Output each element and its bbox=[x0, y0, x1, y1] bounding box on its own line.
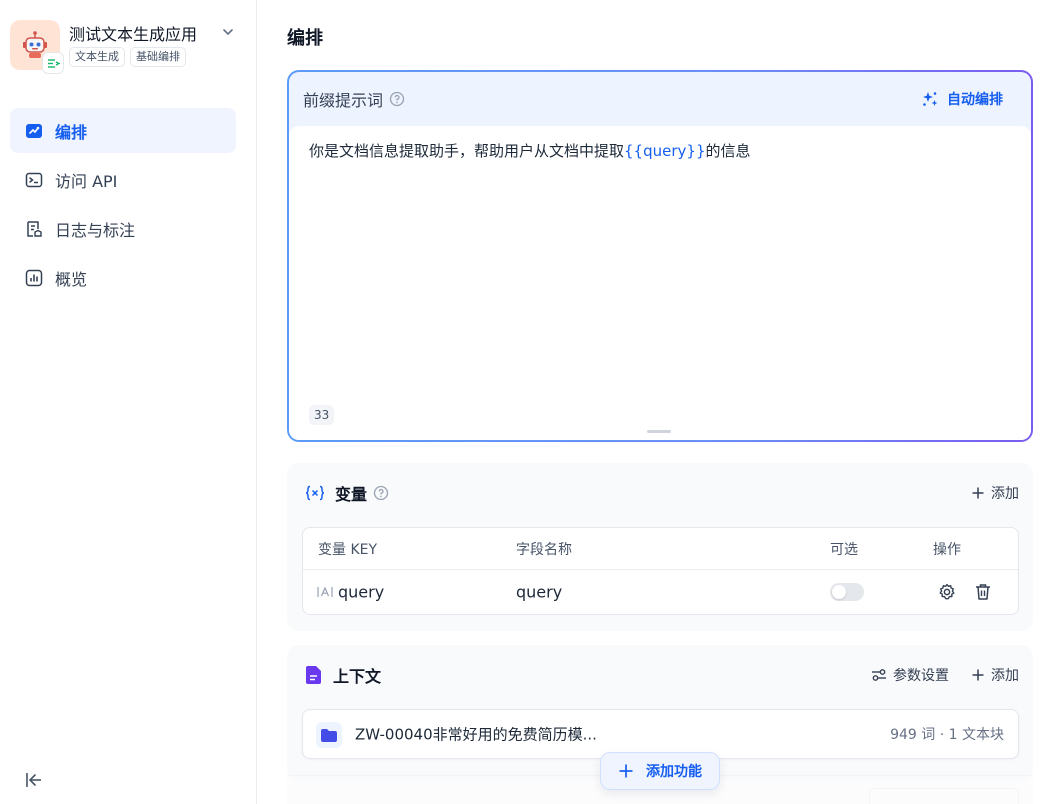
main-panel: 编排 前缀提示词 自动编排 你是文档信息提取助手，帮助用户从文档中提取{{que… bbox=[257, 0, 1054, 804]
document-icon bbox=[306, 666, 321, 684]
variables-header: 变量 添加 bbox=[305, 481, 1019, 505]
prompt-title: 前缀提示词 bbox=[303, 91, 384, 110]
plus-icon bbox=[972, 669, 984, 681]
add-variable-button[interactable]: 添加 bbox=[971, 483, 1019, 503]
text-variable-icon bbox=[317, 586, 333, 597]
sidebar: 测试文本生成应用 文本生成 基础编排 编排 访问 API 日志与标注 概览 bbox=[0, 0, 257, 804]
add-variable-label: 添加 bbox=[991, 486, 1019, 502]
dataset-meta: 949 词 · 1 文本块 bbox=[890, 727, 1004, 743]
context-actions: 参数设置 添加 bbox=[871, 665, 1019, 685]
help-icon[interactable] bbox=[373, 485, 389, 501]
context-title: 上下文 bbox=[333, 667, 382, 686]
variable-key[interactable]: query bbox=[338, 583, 384, 602]
app-tag-type: 基础编排 bbox=[130, 47, 186, 67]
column-header-key: 变量 KEY bbox=[318, 541, 378, 558]
app-root: 测试文本生成应用 文本生成 基础编排 编排 访问 API 日志与标注 概览 编排… bbox=[0, 0, 1054, 804]
context-header: 上下文 参数设置 添加 bbox=[305, 663, 1019, 687]
terminal-icon bbox=[25, 170, 45, 190]
optional-toggle[interactable] bbox=[830, 583, 864, 601]
app-title: 测试文本生成应用 bbox=[69, 25, 198, 44]
prompt-editor[interactable]: 你是文档信息提取助手，帮助用户从文档中提取{{query}}的信息 33 bbox=[289, 126, 1031, 440]
trash-icon[interactable] bbox=[973, 582, 993, 602]
variables-card: 变量 添加 变量 KEY 字段名称 可选 操作 query query bbox=[287, 463, 1033, 631]
variable-braces-icon bbox=[305, 485, 325, 501]
app-tag-mode: 文本生成 bbox=[69, 47, 125, 67]
table-header: 变量 KEY 字段名称 可选 操作 bbox=[303, 528, 1018, 570]
prompt-card-inner: 前缀提示词 自动编排 你是文档信息提取助手，帮助用户从文档中提取{{query}… bbox=[289, 72, 1031, 440]
sidebar-item-label: 访问 API bbox=[55, 171, 118, 191]
add-feature-label: 添加功能 bbox=[646, 764, 702, 780]
prompt-card: 前缀提示词 自动编排 你是文档信息提取助手，帮助用户从文档中提取{{query}… bbox=[287, 70, 1033, 442]
column-header-name: 字段名称 bbox=[516, 541, 572, 558]
variables-table: 变量 KEY 字段名称 可选 操作 query query bbox=[302, 527, 1019, 615]
variables-actions: 添加 bbox=[971, 483, 1019, 503]
sidebar-nav: 编排 访问 API 日志与标注 概览 bbox=[10, 108, 236, 304]
parameter-settings-button[interactable]: 参数设置 bbox=[871, 665, 949, 685]
app-header[interactable]: 测试文本生成应用 文本生成 基础编排 bbox=[10, 18, 246, 74]
sidebar-item-orchestrate[interactable]: 编排 bbox=[10, 108, 236, 153]
column-header-actions: 操作 bbox=[933, 541, 961, 558]
prompt-text-before: 你是文档信息提取助手，帮助用户从文档中提取 bbox=[309, 142, 625, 160]
parameter-settings-label: 参数设置 bbox=[893, 668, 949, 684]
column-header-optional: 可选 bbox=[830, 541, 858, 558]
table-row: query query bbox=[303, 570, 1018, 614]
prompt-text-after: 的信息 bbox=[705, 142, 751, 160]
prompt-variable-chip: {{query}} bbox=[624, 142, 706, 160]
settings-sliders-icon bbox=[872, 669, 886, 681]
sidebar-item-logs[interactable]: 日志与标注 bbox=[10, 206, 236, 251]
auto-orchestrate-button[interactable]: 自动编排 bbox=[921, 89, 1017, 109]
add-context-button[interactable]: 添加 bbox=[971, 665, 1019, 685]
add-context-label: 添加 bbox=[991, 668, 1019, 684]
next-section-chip bbox=[869, 788, 1019, 804]
chevron-down-icon[interactable] bbox=[220, 24, 236, 40]
char-count-badge: 33 bbox=[309, 405, 335, 425]
sidebar-item-api[interactable]: 访问 API bbox=[10, 157, 236, 202]
variable-name[interactable]: query bbox=[516, 583, 562, 602]
add-feature-button[interactable]: 添加功能 bbox=[600, 752, 720, 790]
auto-orchestrate-label: 自动编排 bbox=[947, 92, 1003, 108]
orchestrate-icon bbox=[25, 121, 45, 141]
sidebar-item-label: 日志与标注 bbox=[55, 220, 136, 240]
page-title: 编排 bbox=[287, 28, 323, 49]
prompt-text[interactable]: 你是文档信息提取助手，帮助用户从文档中提取{{query}}的信息 bbox=[309, 140, 751, 161]
chart-icon bbox=[25, 268, 45, 288]
text-generation-icon bbox=[42, 52, 64, 74]
dataset-name: ZW-00040非常好用的免费简历模... bbox=[355, 725, 597, 744]
resize-handle[interactable] bbox=[647, 430, 671, 433]
plus-icon bbox=[972, 487, 984, 499]
gear-icon[interactable] bbox=[937, 582, 957, 602]
sidebar-item-label: 编排 bbox=[55, 122, 88, 142]
log-icon bbox=[25, 219, 45, 239]
sparkle-icon bbox=[923, 92, 938, 106]
prompt-header: 前缀提示词 自动编排 bbox=[289, 72, 1031, 126]
variables-title: 变量 bbox=[335, 485, 368, 504]
collapse-sidebar-icon[interactable] bbox=[24, 770, 44, 790]
folder-icon bbox=[316, 722, 342, 748]
help-icon[interactable] bbox=[389, 91, 405, 107]
app-tags: 文本生成 基础编排 bbox=[69, 47, 186, 67]
plus-icon bbox=[619, 764, 633, 778]
sidebar-item-label: 概览 bbox=[55, 269, 88, 289]
sidebar-item-overview[interactable]: 概览 bbox=[10, 255, 236, 300]
